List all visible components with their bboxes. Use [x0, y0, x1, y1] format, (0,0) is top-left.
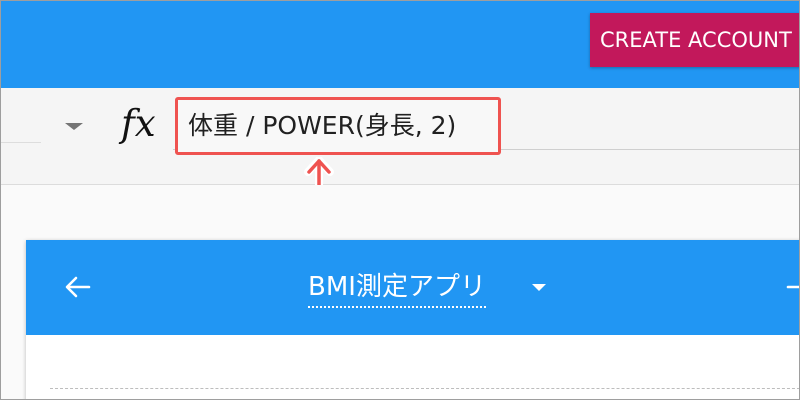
fx-icon: fx: [121, 102, 156, 145]
arrow-right-icon[interactable]: [784, 272, 800, 302]
app-header: BMI測定アプリ: [26, 240, 800, 335]
formula-input[interactable]: 体重 / POWER(身長, 2): [175, 97, 501, 155]
caret-down-icon[interactable]: [65, 123, 83, 130]
app-body-divider: [50, 388, 799, 389]
formula-bar: fx 体重 / POWER(身長, 2): [1, 88, 799, 185]
name-box-underline: [1, 142, 41, 143]
create-account-button[interactable]: CREATE ACCOUNT: [590, 13, 799, 67]
screenshot-frame: CREATE ACCOUNT fx 体重 / POWER(身長, 2) BMI測…: [0, 0, 800, 400]
caret-down-icon[interactable]: [532, 284, 546, 291]
app-title[interactable]: BMI測定アプリ: [308, 268, 486, 308]
top-app-bar: CREATE ACCOUNT: [1, 1, 799, 88]
arrow-left-icon[interactable]: [63, 272, 93, 302]
app-preview-card: BMI測定アプリ: [26, 240, 800, 399]
